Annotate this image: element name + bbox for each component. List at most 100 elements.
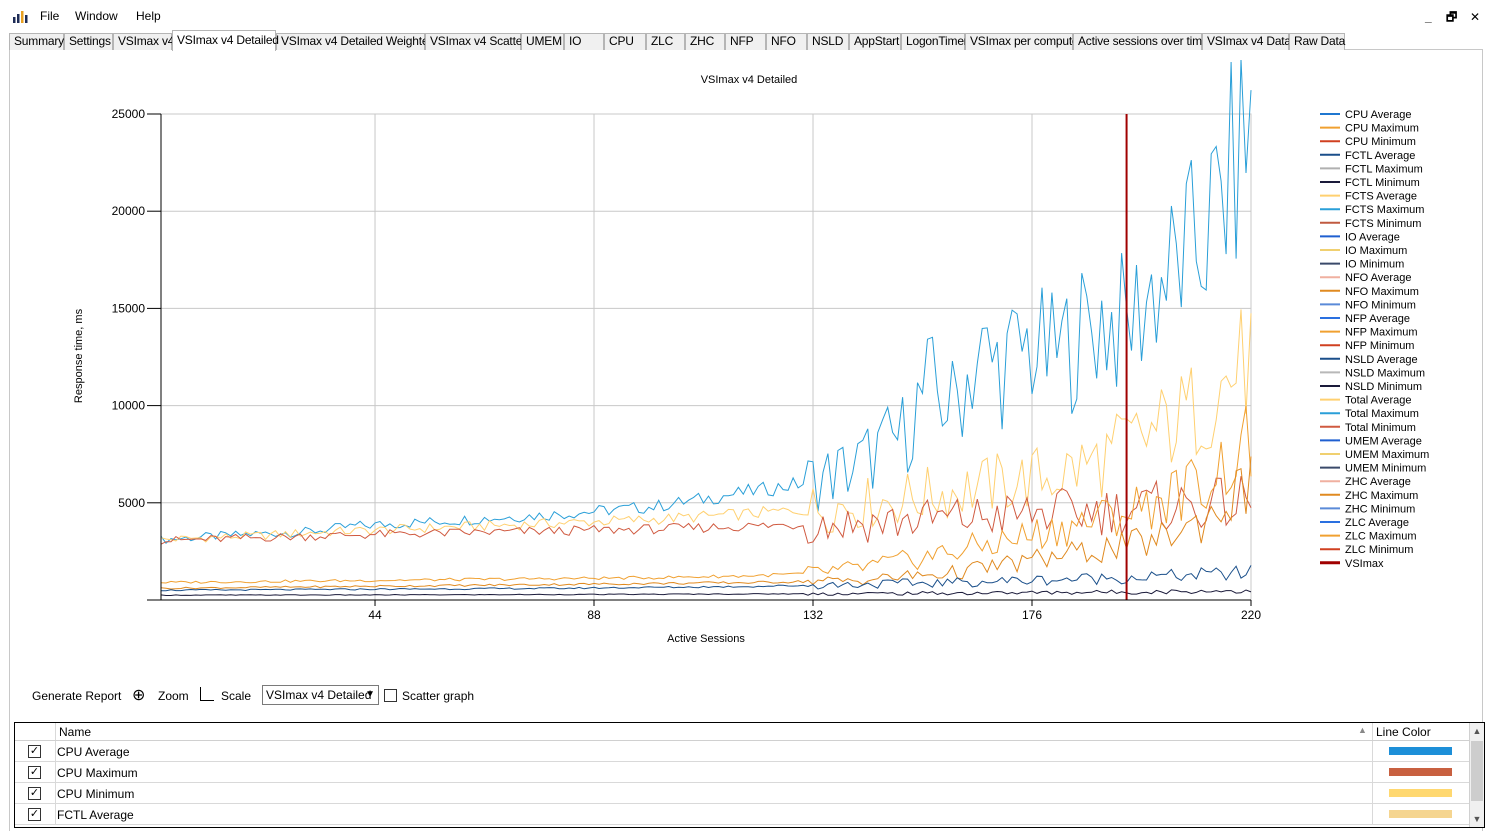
series-visible-checkbox[interactable]: ✓: [28, 745, 41, 758]
grid-column-divider: [1372, 762, 1373, 782]
tab-zhc[interactable]: ZHC: [685, 33, 725, 50]
zoom-icon[interactable]: ⊕: [132, 685, 145, 705]
legend-item[interactable]: VSImax: [1345, 558, 1384, 570]
series-line-color-swatch[interactable]: [1389, 768, 1452, 776]
legend-item[interactable]: CPU Average: [1345, 109, 1411, 121]
legend-item[interactable]: ZHC Average: [1345, 476, 1411, 488]
tab-vsimax-per-computer[interactable]: VSImax per computer: [965, 33, 1082, 50]
scale-icon[interactable]: [200, 687, 214, 701]
tab-vsimax-v4-data[interactable]: VSImax v4 Data: [1202, 33, 1291, 50]
vsimax-chart[interactable]: VSImax v4 Detailed 5000 10000 15000 20000 25…: [0, 60, 1489, 660]
chart-title: VSImax v4 Detailed: [701, 74, 798, 86]
legend-item[interactable]: ZLC Average: [1345, 517, 1409, 529]
tab-umem[interactable]: UMEM: [521, 33, 564, 50]
generate-report-button[interactable]: Generate Report: [32, 689, 121, 703]
legend-item[interactable]: CPU Maximum: [1345, 123, 1419, 135]
series-name: CPU Average: [57, 745, 130, 759]
tab-nsld[interactable]: NSLD: [807, 33, 849, 50]
legend-item[interactable]: FCTS Maximum: [1345, 204, 1424, 216]
legend-item[interactable]: FCTS Minimum: [1345, 218, 1421, 230]
tab-io[interactable]: IO: [564, 33, 604, 50]
legend-item[interactable]: NSLD Minimum: [1345, 381, 1422, 393]
legend-item[interactable]: FCTL Average: [1345, 150, 1415, 162]
minimize-icon[interactable]: _: [1418, 10, 1438, 24]
legend-item[interactable]: NFP Maximum: [1345, 327, 1418, 339]
menu-bar: File Window Help _ 🗗 ✕: [0, 0, 1489, 30]
legend-item[interactable]: NSLD Average: [1345, 354, 1418, 366]
legend-item[interactable]: ZHC Minimum: [1345, 503, 1415, 515]
legend-item[interactable]: Total Average: [1345, 395, 1411, 407]
scatter-graph-checkbox[interactable]: [384, 689, 397, 702]
grid-row[interactable]: ✓ FCTL Average: [15, 804, 1470, 825]
tab-settings[interactable]: Settings: [64, 33, 113, 50]
scale-button[interactable]: Scale: [221, 689, 251, 703]
legend-item[interactable]: IO Maximum: [1345, 245, 1407, 257]
chart-view-select[interactable]: VSImax v4 Detailed ▼: [262, 685, 379, 705]
tab-active-sessions-over-time[interactable]: Active sessions over time: [1073, 33, 1209, 50]
series-line-total-minimum: [160, 476, 1252, 545]
legend-item[interactable]: NFO Minimum: [1345, 299, 1416, 311]
scroll-up-icon[interactable]: ▲: [1470, 723, 1484, 739]
tab-vsimax-v4[interactable]: VSImax v4: [113, 33, 174, 50]
window-controls: _ 🗗 ✕: [1418, 8, 1485, 29]
grid-scrollbar[interactable]: ▲ ▼: [1469, 723, 1484, 827]
series-visible-checkbox[interactable]: ✓: [28, 787, 41, 800]
tab-zlc[interactable]: ZLC: [646, 33, 685, 50]
grid-row[interactable]: ✓ CPU Minimum: [15, 783, 1470, 804]
legend-item[interactable]: FCTL Minimum: [1345, 177, 1420, 189]
close-icon[interactable]: ✕: [1465, 10, 1485, 24]
tab-vsimax-v4-detailed[interactable]: VSImax v4 Detailed: [172, 30, 279, 51]
grid-row[interactable]: ✓ CPU Maximum: [15, 762, 1470, 783]
grid-header-name[interactable]: Name: [59, 725, 91, 739]
legend-item[interactable]: NFO Average: [1345, 272, 1411, 284]
tab-nfo[interactable]: NFO: [766, 33, 807, 50]
tab-appstart[interactable]: AppStart: [849, 33, 901, 50]
series-line-color-swatch[interactable]: [1389, 789, 1452, 797]
legend-item[interactable]: NFP Average: [1345, 313, 1410, 325]
legend-item[interactable]: IO Minimum: [1345, 259, 1404, 271]
tab-cpu[interactable]: CPU: [604, 33, 646, 50]
legend-item[interactable]: Total Minimum: [1345, 422, 1416, 434]
scatter-graph-label: Scatter graph: [402, 689, 475, 703]
series-line-total-maximum: [160, 60, 1252, 544]
tab-raw-data[interactable]: Raw Data: [1289, 33, 1345, 50]
sort-up-icon[interactable]: ▲: [1358, 725, 1367, 735]
legend-item[interactable]: NSLD Maximum: [1345, 367, 1425, 379]
legend-item[interactable]: UMEM Average: [1345, 435, 1422, 447]
tab-vsimax-v4-detailed-weighted[interactable]: VSImax v4 Detailed Weighted: [276, 33, 435, 50]
tab-bar: Summary Settings VSImax v4 VSImax v4 Detail…: [9, 30, 1483, 51]
legend-item[interactable]: NFP Minimum: [1345, 340, 1414, 352]
grid-row[interactable]: ✓ CPU Average: [15, 741, 1470, 762]
grid-header-line-color[interactable]: Line Color: [1376, 725, 1431, 739]
legend-item[interactable]: CPU Minimum: [1345, 136, 1416, 148]
tab-summary[interactable]: Summary: [9, 33, 64, 50]
grid-column-divider: [55, 783, 56, 803]
tab-vsimax-v4-scatter[interactable]: VSImax v4 Scatter: [425, 33, 526, 50]
menu-file[interactable]: File: [40, 9, 59, 23]
scroll-thumb[interactable]: [1471, 741, 1483, 801]
series-visible-checkbox[interactable]: ✓: [28, 766, 41, 779]
legend-item[interactable]: ZHC Maximum: [1345, 490, 1418, 502]
tab-nfp[interactable]: NFP: [725, 33, 766, 50]
legend-item[interactable]: UMEM Minimum: [1345, 463, 1426, 475]
legend-item[interactable]: Total Maximum: [1345, 408, 1419, 420]
legend-item[interactable]: UMEM Maximum: [1345, 449, 1429, 461]
scroll-down-icon[interactable]: ▼: [1470, 811, 1484, 827]
menu-window[interactable]: Window: [75, 9, 118, 23]
tab-logontimer[interactable]: LogonTimer: [901, 33, 968, 50]
zoom-button[interactable]: Zoom: [158, 689, 189, 703]
menu-help[interactable]: Help: [136, 9, 161, 23]
legend-item[interactable]: ZLC Minimum: [1345, 544, 1413, 556]
legend-item[interactable]: FCTS Average: [1345, 191, 1417, 203]
legend-item[interactable]: NFO Maximum: [1345, 286, 1419, 298]
grid-header: Name ▲ Line Color: [15, 723, 1470, 741]
series-visible-checkbox[interactable]: ✓: [28, 808, 41, 821]
restore-icon[interactable]: 🗗: [1442, 8, 1462, 29]
legend-item[interactable]: IO Average: [1345, 231, 1400, 243]
legend-item[interactable]: ZLC Maximum: [1345, 531, 1417, 543]
series-line-color-swatch[interactable]: [1389, 810, 1452, 818]
y-tick-label: 20000: [112, 204, 146, 218]
series-line-color-swatch[interactable]: [1389, 747, 1452, 755]
series-name: CPU Maximum: [57, 766, 138, 780]
legend-item[interactable]: FCTL Maximum: [1345, 163, 1423, 175]
